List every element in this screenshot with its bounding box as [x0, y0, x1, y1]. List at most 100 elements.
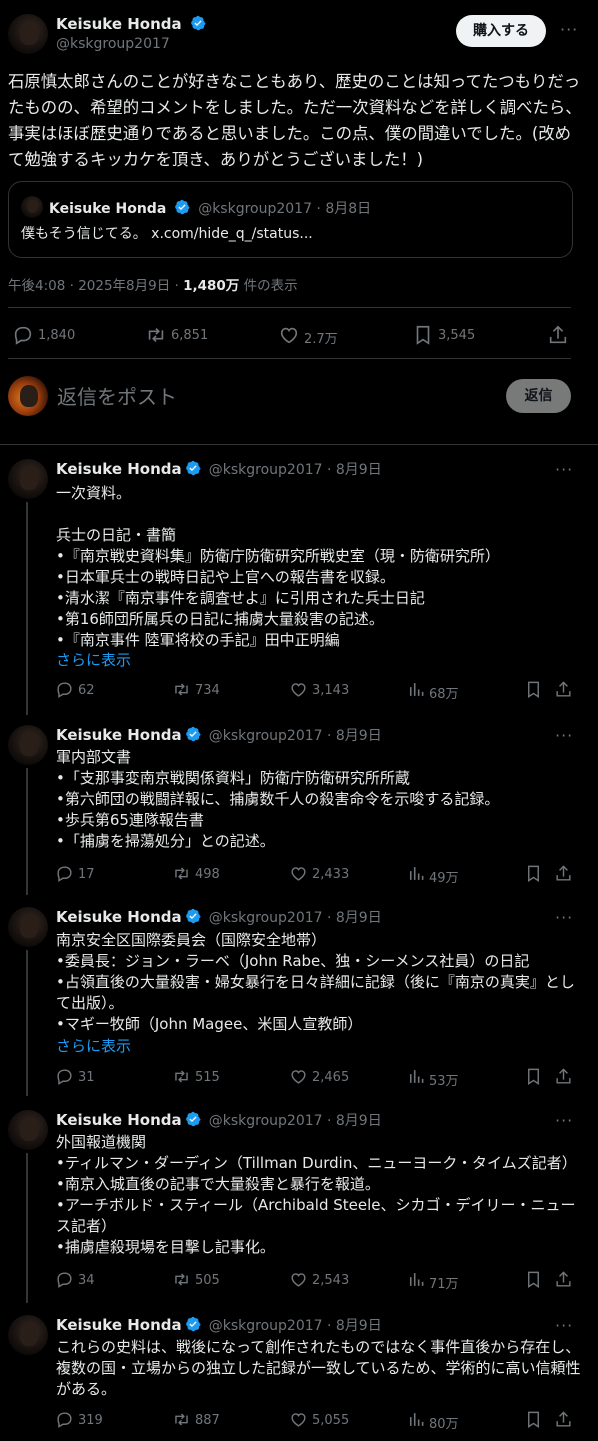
reply-text: 外国報道機関 •ティルマン・ダーディン（Tillman Durdin、ニューヨー… — [56, 1133, 577, 1256]
reply-icon[interactable] — [12, 324, 34, 346]
reply-text: これらの史料は、戦後になって創作されたものではなく事件直後から存在し、複数の国・… — [56, 1338, 581, 1398]
reply-meta[interactable]: @kskgroup2017 · 8月9日 — [209, 1318, 382, 1334]
bookmark-count: 3,545 — [438, 328, 476, 343]
reply-avatar[interactable] — [8, 1315, 48, 1355]
quote-text: 僕もそう信じてる。 x.com/hide_q_/status... — [21, 226, 313, 242]
repost-icon[interactable] — [172, 680, 191, 699]
author-name-row[interactable]: Keisuke Honda — [56, 14, 206, 33]
share-icon[interactable] — [554, 1270, 573, 1289]
views-icon[interactable] — [406, 1270, 425, 1289]
reply-author-name[interactable]: Keisuke Honda — [56, 460, 182, 478]
like-count: 5,055 — [312, 1413, 350, 1428]
repost-icon[interactable] — [172, 1270, 191, 1289]
reply-icon[interactable] — [55, 864, 74, 883]
reply-meta[interactable]: @kskgroup2017 · 8月9日 — [209, 462, 382, 478]
heart-icon[interactable] — [289, 1410, 308, 1429]
more-options-icon[interactable]: ··· — [560, 20, 578, 39]
more-options-icon[interactable]: ··· — [555, 726, 573, 745]
reply-avatar[interactable] — [8, 459, 48, 499]
views-count: 71万 — [429, 1277, 459, 1292]
quote-tweet-card[interactable]: Keisuke Honda @kskgroup2017 · 8月8日 僕もそう信… — [8, 181, 573, 258]
repost-count: 498 — [195, 867, 220, 882]
verified-badge-icon — [185, 908, 201, 924]
heart-icon[interactable] — [289, 864, 308, 883]
repost-icon[interactable] — [172, 1410, 191, 1429]
share-icon[interactable] — [554, 1410, 573, 1429]
share-icon[interactable] — [554, 1067, 573, 1086]
reply-header: Keisuke Honda @kskgroup2017 · 8月9日 — [56, 1110, 382, 1130]
reply-icon[interactable] — [55, 1410, 74, 1429]
more-options-icon[interactable]: ··· — [555, 908, 573, 927]
author-avatar[interactable] — [8, 14, 48, 54]
heart-icon[interactable] — [289, 1067, 308, 1086]
views-icon[interactable] — [406, 864, 425, 883]
repost-count: 6,851 — [171, 328, 209, 343]
more-options-icon[interactable]: ··· — [555, 1316, 573, 1335]
reply-author-name[interactable]: Keisuke Honda — [56, 1111, 182, 1129]
views-count: 53万 — [429, 1074, 459, 1089]
timestamp[interactable]: 午後4:08 · 2025年8月9日 · — [8, 278, 183, 294]
heart-icon[interactable] — [289, 1270, 308, 1289]
views-icon[interactable] — [406, 1067, 425, 1086]
reply-button[interactable]: 返信 — [506, 379, 571, 413]
views-count: 80万 — [429, 1417, 459, 1432]
views-label: 件の表示 — [239, 278, 298, 294]
heart-icon[interactable] — [278, 324, 300, 346]
reply-input[interactable]: 返信をポスト — [57, 381, 177, 410]
divider — [0, 444, 598, 445]
heart-icon[interactable] — [289, 680, 308, 699]
share-icon[interactable] — [554, 680, 573, 699]
views-count: 1,480万 — [183, 278, 240, 294]
views-icon[interactable] — [406, 1410, 425, 1429]
reply-icon[interactable] — [55, 1067, 74, 1086]
thread-connector — [26, 950, 28, 1096]
author-name[interactable]: Keisuke Honda — [56, 15, 182, 33]
reply-count: 1,840 — [38, 328, 76, 343]
reply-author-name[interactable]: Keisuke Honda — [56, 1316, 182, 1334]
thread-connector — [26, 502, 28, 715]
repost-icon[interactable] — [172, 864, 191, 883]
reply-avatar[interactable] — [8, 1110, 48, 1150]
buy-button[interactable]: 購入する — [456, 15, 546, 47]
reply-meta[interactable]: @kskgroup2017 · 8月9日 — [209, 1113, 382, 1129]
show-more-link[interactable]: さらに表示 — [56, 1035, 131, 1056]
views-icon[interactable] — [406, 680, 425, 699]
author-handle[interactable]: @kskgroup2017 — [56, 36, 170, 52]
more-options-icon[interactable]: ··· — [555, 460, 573, 479]
reply-count: 34 — [78, 1273, 95, 1288]
reply-icon[interactable] — [55, 680, 74, 699]
reply-meta[interactable]: @kskgroup2017 · 8月9日 — [209, 728, 382, 744]
thread-connector — [26, 768, 28, 895]
reply-text: 南京安全区国際委員会（国際安全地帯） •委員長：ジョン・ラーベ（John Rab… — [56, 931, 575, 1033]
timestamp-row: 午後4:08 · 2025年8月9日 · 1,480万 件の表示 — [8, 274, 298, 294]
reply-icon[interactable] — [55, 1270, 74, 1289]
quote-author-name: Keisuke Honda — [49, 201, 167, 217]
quote-avatar — [21, 196, 43, 218]
share-icon[interactable] — [554, 864, 573, 883]
share-icon[interactable] — [547, 324, 569, 346]
repost-icon[interactable] — [145, 324, 167, 346]
reply-meta[interactable]: @kskgroup2017 · 8月9日 — [209, 910, 382, 926]
reply-avatar[interactable] — [8, 725, 48, 765]
more-options-icon[interactable]: ··· — [555, 1111, 573, 1130]
reply-count: 17 — [78, 867, 95, 882]
bookmark-icon[interactable] — [524, 1270, 543, 1289]
reply-author-name[interactable]: Keisuke Honda — [56, 726, 182, 744]
reply-count: 31 — [78, 1070, 95, 1085]
bookmark-icon[interactable] — [524, 680, 543, 699]
show-more-link[interactable]: さらに表示 — [56, 649, 131, 670]
bookmark-icon[interactable] — [524, 1067, 543, 1086]
views-count: 49万 — [429, 871, 459, 886]
reply-text: 一次資料。 兵士の日記・書簡 •『南京戦史資料集』防衛庁防衛研究所戦史室（現・防… — [56, 484, 500, 649]
bookmark-icon[interactable] — [524, 864, 543, 883]
reply-avatar[interactable] — [8, 907, 48, 947]
my-avatar — [8, 376, 48, 416]
bookmark-icon[interactable] — [524, 1410, 543, 1429]
reply-author-name[interactable]: Keisuke Honda — [56, 908, 182, 926]
repost-count: 515 — [195, 1070, 220, 1085]
reply-text: 軍内部文書 •「支那事変南京戦関係資料」防衛庁防衛研究所所蔵 •第六師団の戦闘詳… — [56, 748, 500, 850]
reply-header: Keisuke Honda @kskgroup2017 · 8月9日 — [56, 459, 382, 479]
bookmark-icon[interactable] — [412, 324, 434, 346]
reply-header: Keisuke Honda @kskgroup2017 · 8月9日 — [56, 725, 382, 745]
repost-icon[interactable] — [172, 1067, 191, 1086]
